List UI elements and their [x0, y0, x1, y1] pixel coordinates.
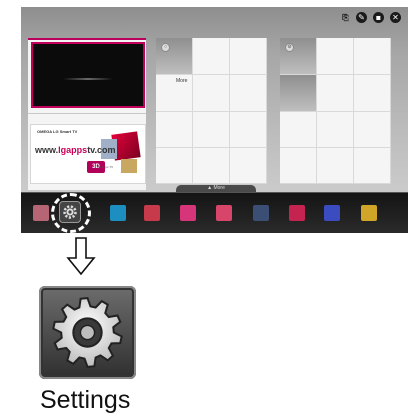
grid-cell[interactable] [280, 112, 317, 148]
app-grid [156, 38, 267, 184]
grid-cell[interactable] [230, 75, 267, 112]
card-header-icon: ○ [161, 43, 170, 52]
grid-cell[interactable] [193, 38, 230, 75]
ad-sub-text: LG Apps TV [97, 165, 114, 169]
grid-cell[interactable] [354, 75, 391, 112]
close-icon[interactable]: ✕ [390, 12, 401, 23]
gear-icon [52, 296, 123, 369]
grid-cell[interactable] [156, 75, 193, 112]
grid-cell[interactable] [354, 112, 391, 148]
settings-app-icon[interactable] [39, 286, 136, 379]
live-tv-card[interactable]: OMEGA LG Smart TV www.lgappstv.com 3D LG… [28, 38, 146, 190]
dock-item-6[interactable] [216, 205, 232, 221]
grid-cell[interactable] [280, 148, 317, 184]
input-icon[interactable]: ⎘ [340, 12, 351, 23]
dock-item-1[interactable] [33, 205, 49, 221]
ad-image-tile [121, 159, 137, 173]
card-header-icon: ⚙ [285, 43, 294, 52]
grid-cell[interactable] [317, 148, 354, 184]
grid-cell[interactable] [193, 148, 230, 184]
card-divider [28, 113, 146, 114]
premium-card[interactable]: ○ More [156, 38, 267, 184]
grid-cell[interactable] [317, 38, 354, 75]
grid-cell[interactable] [193, 75, 230, 112]
grid-cell[interactable] [317, 75, 354, 112]
dock-item-10[interactable] [361, 205, 377, 221]
dock-item-9[interactable] [324, 205, 340, 221]
grid-cell[interactable] [156, 112, 193, 148]
dock-item-3[interactable] [110, 205, 126, 221]
grid-cell[interactable] [193, 112, 230, 148]
app-grid [280, 38, 391, 184]
grid-cell[interactable] [230, 148, 267, 184]
grid-cell[interactable] [354, 148, 391, 184]
dock-item-7[interactable] [253, 205, 269, 221]
ad-banner[interactable]: OMEGA LG Smart TV www.lgappstv.com 3D LG… [30, 124, 146, 184]
dock-item-5[interactable] [180, 205, 196, 221]
down-arrow-icon [66, 237, 96, 276]
grid-cell[interactable] [317, 112, 354, 148]
dock-item-8[interactable] [289, 205, 305, 221]
more-tab[interactable]: ▲ More [176, 185, 256, 192]
pencil-icon[interactable]: ✎ [356, 12, 367, 23]
settings-label: Settings [40, 386, 131, 414]
grid-cell[interactable] [230, 38, 267, 75]
grid-cell[interactable] [230, 112, 267, 148]
live-tv-preview[interactable] [31, 42, 145, 108]
chat-icon[interactable]: ▪ [373, 12, 384, 23]
grid-cell[interactable] [156, 148, 193, 184]
dock-item-4[interactable] [144, 205, 160, 221]
settings-highlight-ring [51, 193, 91, 233]
ad-brand-text: OMEGA LG Smart TV [37, 129, 78, 134]
ad-url-text: www.lgappstv.com [35, 145, 116, 155]
grid-cell[interactable] [354, 38, 391, 75]
my-apps-card[interactable]: ⚙ [280, 38, 391, 184]
card-more-label[interactable]: More [176, 78, 187, 84]
grid-cell[interactable] [280, 75, 317, 112]
